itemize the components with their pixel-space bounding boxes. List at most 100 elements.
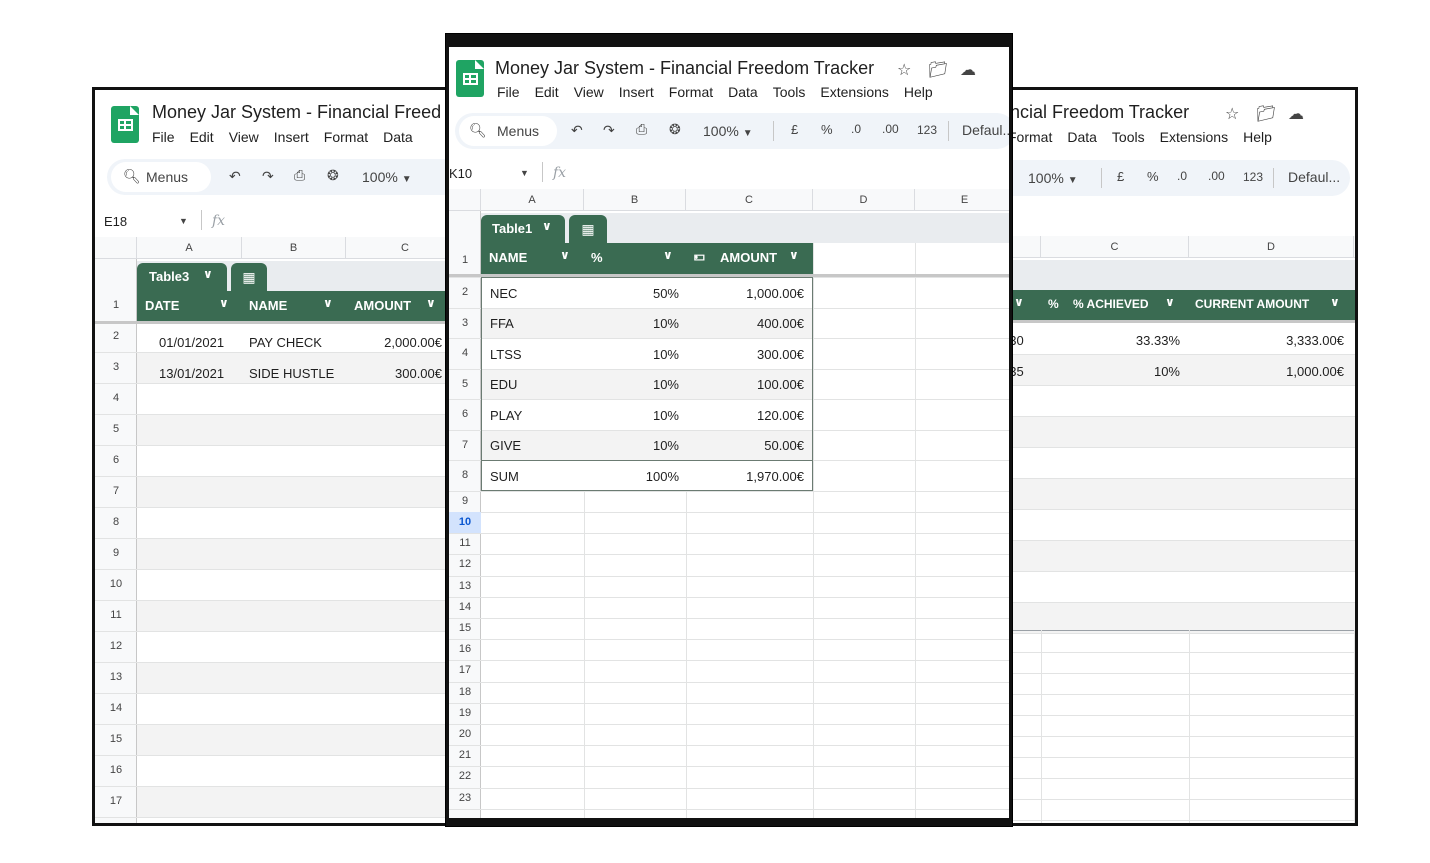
- name-filter-icon[interactable]: ∨: [323, 296, 333, 310]
- cloud-status-icon[interactable]: ☁︎: [960, 60, 976, 80]
- redo-icon[interactable]: ↷: [603, 122, 615, 139]
- namebox-dropdown-icon[interactable]: ▼: [179, 216, 188, 226]
- column-a-header[interactable]: A: [137, 237, 242, 259]
- row-number[interactable]: 12: [95, 640, 137, 652]
- sheets-logo-icon[interactable]: [111, 106, 139, 143]
- percent-filter-icon[interactable]: ∨: [663, 248, 673, 262]
- row-number[interactable]: 18: [449, 682, 481, 703]
- table3-tab[interactable]: Table3 ∨: [137, 263, 227, 291]
- row-number[interactable]: 7: [95, 485, 137, 497]
- cell-percent[interactable]: 10%: [599, 438, 679, 453]
- increase-decimal-button[interactable]: .00: [882, 122, 899, 136]
- zoom-select[interactable]: 100% ▼: [1028, 170, 1078, 186]
- amount-filter-icon[interactable]: ∨: [426, 296, 436, 310]
- cell-name[interactable]: SIDE HUSTLE: [249, 366, 334, 381]
- menus-search[interactable]: 🔍︎ Menus: [459, 116, 557, 146]
- paint-format-icon[interactable]: ❂: [669, 121, 681, 138]
- menu-extensions[interactable]: Extensions: [820, 84, 888, 100]
- zoom-select[interactable]: 100% ▼: [362, 169, 412, 185]
- column-d-header[interactable]: D: [813, 189, 915, 211]
- cell-amount[interactable]: 1,000.00€: [704, 286, 804, 301]
- paint-format-icon[interactable]: ❂: [327, 167, 339, 184]
- row-number[interactable]: 17: [449, 660, 481, 681]
- number-format-button[interactable]: 123: [1243, 170, 1263, 184]
- menu-edit[interactable]: Edit: [535, 84, 559, 100]
- row-number[interactable]: 11: [449, 533, 481, 554]
- name-filter-icon[interactable]: ∨: [560, 248, 570, 262]
- header-achieved[interactable]: % ACHIEVED: [1073, 297, 1149, 311]
- column-c-header[interactable]: C: [686, 189, 813, 211]
- row-number[interactable]: 2: [449, 277, 481, 308]
- header-name[interactable]: NAME: [249, 298, 287, 313]
- menu-data[interactable]: Data: [383, 129, 413, 145]
- cell-amount[interactable]: 2,000.00€: [352, 335, 442, 350]
- cloud-status-icon[interactable]: ☁︎: [1288, 104, 1304, 124]
- cell-date[interactable]: 13/01/2021: [159, 366, 224, 381]
- currency-format-button[interactable]: £: [791, 122, 798, 137]
- row-number[interactable]: 5: [95, 423, 137, 435]
- menu-help[interactable]: Help: [904, 84, 933, 100]
- header-percent[interactable]: %: [591, 250, 603, 265]
- menu-tools[interactable]: Tools: [1112, 129, 1145, 145]
- menu-format[interactable]: Format: [1008, 129, 1052, 145]
- row-number[interactable]: 1: [95, 299, 137, 311]
- menus-search[interactable]: 🔍︎ Menus: [111, 162, 211, 192]
- cell-name[interactable]: FFA: [490, 316, 514, 331]
- row-number[interactable]: 13: [449, 576, 481, 597]
- row-number[interactable]: 7: [449, 430, 481, 461]
- sheets-logo-icon[interactable]: [456, 60, 484, 97]
- amount-filter-icon[interactable]: ∨: [789, 248, 799, 262]
- undo-icon[interactable]: ↶: [229, 168, 241, 185]
- move-folder-icon[interactable]: 📁︎: [1256, 104, 1276, 124]
- row-number[interactable]: 6: [449, 399, 481, 430]
- menu-format[interactable]: Format: [669, 84, 713, 100]
- column-d-header[interactable]: D: [1189, 236, 1354, 258]
- row-number[interactable]: 12: [449, 554, 481, 575]
- percent-format-button[interactable]: %: [1147, 169, 1159, 184]
- menu-extensions[interactable]: Extensions: [1160, 129, 1228, 145]
- row-number[interactable]: 8: [449, 460, 481, 491]
- cell-name[interactable]: PLAY: [490, 408, 522, 423]
- star-icon[interactable]: ☆: [897, 60, 911, 80]
- move-folder-icon[interactable]: 📁︎: [928, 60, 948, 80]
- select-all-corner[interactable]: [95, 237, 137, 259]
- undo-icon[interactable]: ↶: [571, 122, 583, 139]
- column-c-header[interactable]: C: [1041, 236, 1189, 258]
- cell-achieved[interactable]: 10%: [1090, 364, 1180, 379]
- date-filter-icon[interactable]: ∨: [219, 296, 229, 310]
- row-number[interactable]: 5: [449, 369, 481, 400]
- row-number[interactable]: 17: [95, 795, 137, 807]
- row-number[interactable]: 13: [95, 671, 137, 683]
- namebox-dropdown-icon[interactable]: ▼: [520, 168, 529, 178]
- cell-amount[interactable]: 400.00€: [704, 316, 804, 331]
- row-number[interactable]: 4: [449, 338, 481, 369]
- column-b-header[interactable]: B: [242, 237, 346, 259]
- column-b-header[interactable]: B: [584, 189, 686, 211]
- cell-percent[interactable]: 10%: [599, 347, 679, 362]
- cell-name[interactable]: EDU: [490, 377, 517, 392]
- cell-sum-percent[interactable]: 100%: [599, 469, 679, 484]
- header-name[interactable]: NAME: [489, 250, 527, 265]
- cell-current[interactable]: 1,000.00€: [1230, 364, 1344, 379]
- row-number[interactable]: 1: [449, 243, 481, 277]
- table1-tab[interactable]: Table1 ∨: [481, 215, 565, 243]
- cell-name[interactable]: LTSS: [490, 347, 522, 362]
- row-number[interactable]: 20: [449, 724, 481, 745]
- chevron-down-icon[interactable]: ∨: [203, 267, 213, 281]
- cell-amount[interactable]: 300.00€: [704, 347, 804, 362]
- header-date[interactable]: DATE: [145, 298, 179, 313]
- header-amount[interactable]: AMOUNT: [720, 250, 777, 265]
- cell-amount[interactable]: 300.00€: [352, 366, 442, 381]
- header-current-amount[interactable]: CURRENT AMOUNT: [1195, 297, 1309, 311]
- cell-percent[interactable]: 10%: [599, 377, 679, 392]
- row-number[interactable]: 14: [95, 702, 137, 714]
- name-box[interactable]: K10: [449, 166, 472, 181]
- menu-file[interactable]: File: [152, 129, 175, 145]
- row-number[interactable]: 15: [95, 733, 137, 745]
- cell-percent[interactable]: 50%: [599, 286, 679, 301]
- decrease-decimal-button[interactable]: .0: [1177, 169, 1187, 183]
- row-number[interactable]: 23: [449, 788, 481, 809]
- name-box[interactable]: E18: [104, 214, 127, 229]
- font-select[interactable]: Defaul...: [1288, 169, 1340, 185]
- filter-icon[interactable]: ∨: [1014, 295, 1024, 309]
